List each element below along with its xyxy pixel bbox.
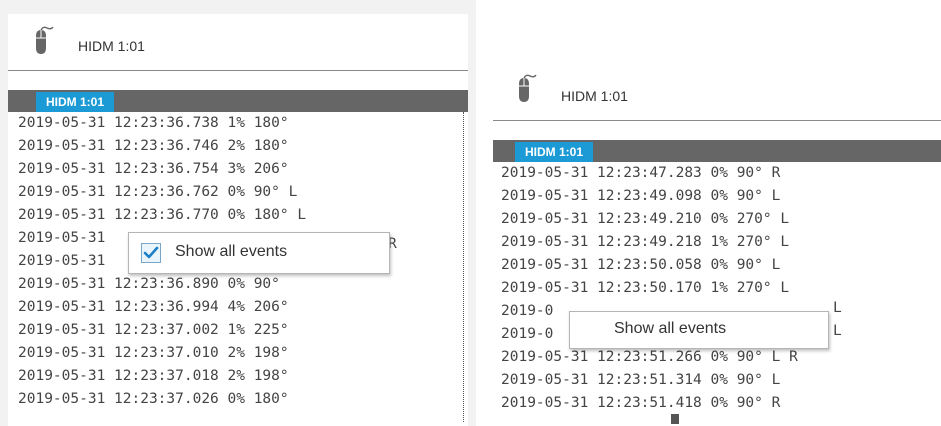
event-row: 2019-05-31 12:23:36.738 1% 180° [18,115,289,131]
check-icon [143,246,159,259]
event-row: 2019-05-31 12:23:37.010 2% 198° [18,345,289,361]
event-row: 2019-05-31 12:23:36.890 0% 90° [18,276,280,292]
device-title: HIDM 1:01 [561,88,628,104]
event-fragment: L [833,323,842,339]
event-row: 2019-05-31 12:23:36.770 0% 180° L [18,207,307,223]
event-row: 2019-05-31 12:23:36.994 4% 206° [18,299,289,315]
event-row: 2019-05-31 12:23:51.418 0% 90° R [501,395,781,411]
event-row: 2019-05-31 12:23:50.170 1% 270° L [501,280,790,296]
tab-device[interactable]: HIDM 1:01 [515,142,594,162]
right-device-window: HIDM 1:01 HIDM 1:01 2019-05-31 12:23:47.… [493,58,941,426]
left-panel: HIDM 1:01 HIDM 1:01 2019-05-31 12:23:36.… [0,0,476,426]
scroll-edge [463,112,464,422]
divider [493,120,941,121]
mouse-icon [519,74,537,102]
tab-device[interactable]: HIDM 1:01 [36,92,115,112]
context-menu[interactable]: Show all events [569,311,829,349]
context-menu[interactable]: Show all events [128,232,390,274]
device-header: HIDM 1:01 [493,58,941,116]
event-row: 2019-05-31 12:23:47.283 0% 90° R [501,165,781,181]
event-row: 2019-05-31 12:23:37.002 1% 225° [18,322,289,338]
resize-handle[interactable] [671,414,679,424]
event-row: 2019-05-31 12:23:37.026 0% 180° [18,391,289,407]
event-row: 2019-05-31 12:23:49.210 0% 270° L [501,211,790,227]
event-row: 2019-05-31 12:23:51.266 0% 90° L R [501,349,798,365]
tab-bar: HIDM 1:01 [8,90,468,112]
event-row: 2019-05-31 12:23:50.058 0% 90° L [501,257,781,273]
event-row: 2019-05-31 12:23:37.018 2% 198° [18,368,289,384]
event-row: 2019-05-31 12:23:36.746 2% 180° [18,138,289,154]
mouse-icon [36,26,54,54]
event-fragment: L [833,300,842,316]
event-row: 2019-05-31 12:23:51.314 0% 90° L [501,372,781,388]
event-row: 2019-05-31 12:23:49.098 0% 90° L [501,188,781,204]
show-all-events-checkbox[interactable] [141,243,161,263]
device-header: HIDM 1:01 [8,14,468,72]
left-device-window: HIDM 1:01 HIDM 1:01 2019-05-31 12:23:36.… [8,14,468,426]
context-menu-item-label[interactable]: Show all events [614,320,726,338]
event-row: 2019-05-31 12:23:49.218 1% 270° L [501,234,790,250]
divider [8,70,468,71]
event-row: 2019-05-31 12:23:36.762 0% 90° L [18,184,298,200]
event-list[interactable]: 2019-05-31 12:23:47.283 0% 90° R 2019-05… [493,162,941,415]
event-row: 2019-05-31 12:23:36.754 3% 206° [18,161,289,177]
tab-bar: HIDM 1:01 [493,140,941,162]
device-title: HIDM 1:01 [78,38,145,54]
context-menu-item-label[interactable]: Show all events [175,243,287,261]
